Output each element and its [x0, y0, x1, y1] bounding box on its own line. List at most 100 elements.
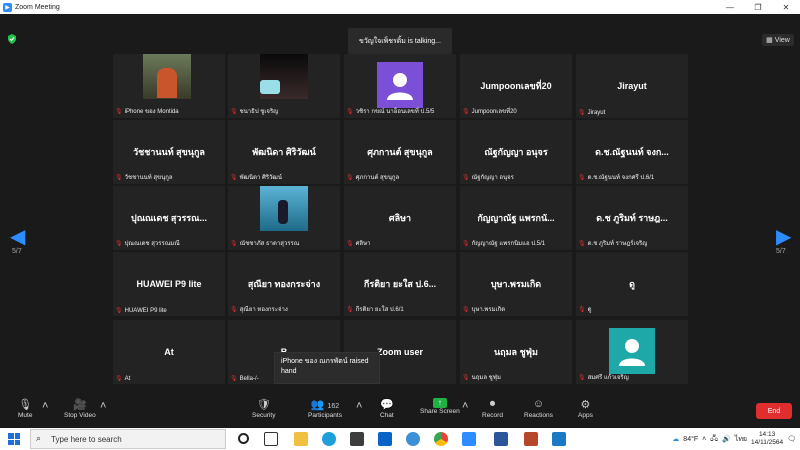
participant-tile[interactable]: กีรติยา ยะใส ป.6... 🎙 กีรติยา ยะใส ป.6/1	[344, 252, 456, 316]
participant-tile[interactable]: ดู 🎙 ดู	[576, 252, 688, 316]
participant-label-text: ณัฐกัญญา อนุจร	[471, 175, 514, 181]
volume-icon[interactable]: 🔊	[722, 435, 731, 443]
record-button[interactable]: ⏺ Record	[482, 398, 503, 419]
participant-tile[interactable]: ปุณณเดช สุวรรณ... 🎙 ปุณณเดช สุวรรณมณี	[113, 186, 225, 250]
powerpoint-icon[interactable]	[524, 432, 538, 446]
participant-label: 🎙 กีรติยา ยะใส ป.6/1	[346, 304, 454, 314]
end-meeting-button[interactable]: End	[756, 403, 792, 419]
next-page-arrow-icon[interactable]: ▶	[776, 224, 791, 249]
participant-label: 🎙 HUAWEI P9 lite	[115, 307, 223, 315]
share-options-caret[interactable]: ˄	[462, 400, 468, 414]
participant-label-text: นฤมล ชูฟุ่ม	[471, 375, 501, 381]
muted-microphone-icon: 🎙	[115, 376, 123, 382]
word-icon[interactable]	[494, 432, 508, 446]
participant-tile[interactable]: 🎙 ณัชชาภัส ธาดาสุวรรณ	[228, 186, 340, 250]
chrome-icon[interactable]	[434, 432, 448, 446]
participant-label-text: ด.ช.ณัฐนนท์ จงกศรี ป.6/1	[587, 175, 655, 181]
muted-microphone-icon: 🎙	[115, 108, 123, 115]
page-indicator-right: 5/7	[776, 248, 786, 255]
participant-tile[interactable]: ด.ช.ณัฐนนท์ จงก... 🎙 ด.ช.ณัฐนนท์ จงกศรี ป.…	[576, 120, 688, 184]
input-language[interactable]: ไทย	[735, 434, 747, 445]
participant-tile[interactable]: ด.ช ภูริมท์ ราษฎ... 🎙 ด.ช ภูริมท์ ราษฎร์เจ…	[576, 186, 688, 250]
chevron-up-icon: ˄	[42, 400, 49, 412]
participant-label: 🎙 Jumpoonเลขที่20	[462, 106, 570, 116]
participant-label-text: ศุภกานต์ สุขนุกูล	[355, 175, 400, 181]
cortana-icon[interactable]	[238, 433, 249, 444]
participant-label: 🎙 ปุณณเดช สุวรรณมณี	[115, 238, 223, 248]
participant-tile[interactable]: กัญญาณัฐ แพรกนั... 🎙 กัญญาณัฐ แพรกนิมแอ ป.…	[460, 186, 572, 250]
participant-label: 🎙 กัญญาณัฐ แพรกนิมแอ ป.5/1	[462, 238, 570, 248]
meeting-area: ขวัญใจเพ็ชรดิ้ม is talking... ▦ View ◀ 5/…	[0, 14, 800, 394]
video-options-caret[interactable]: ˄	[100, 400, 106, 414]
participant-tile[interactable]: 🎙 iPhone ของ Montida	[113, 54, 225, 118]
audio-options-caret[interactable]: ˄	[42, 400, 48, 414]
participant-tile[interactable]: นฤมล ชูฟุ่ม 🎙 นฤมล ชูฟุ่ม	[460, 320, 572, 384]
zoom-taskbar-icon[interactable]	[462, 432, 476, 446]
minimize-button[interactable]: —	[716, 0, 744, 14]
microphone-icon: 🎙	[18, 399, 33, 411]
participant-tile[interactable]: สุณียา ทองกระจ่าง 🎙 สุณียา ทองกระจ่าง	[228, 252, 340, 316]
muted-microphone-icon: 🎙	[578, 240, 586, 247]
apps-button[interactable]: ⚙ Apps	[578, 398, 593, 419]
stop-video-button[interactable]: 🎥 Stop Video	[64, 398, 96, 419]
clock[interactable]: 14:13 14/11/2564	[751, 431, 783, 447]
participant-tile[interactable]: HUAWEI P9 lite 🎙 HUAWEI P9 lite	[113, 252, 225, 316]
close-button[interactable]: ✕	[772, 0, 800, 14]
network-icon[interactable]: 🖧	[710, 434, 718, 445]
chevron-up-icon[interactable]: ˄	[702, 436, 706, 443]
participant-tile[interactable]: Jirayut 🎙 Jirayut	[576, 54, 688, 118]
participant-tile[interactable]: ณัฐกัญญา อนุจร 🎙 ณัฐกัญญา อนุจร	[460, 120, 572, 184]
participant-tile[interactable]: ศุภกานต์ สุขนุกูล 🎙 ศุภกานต์ สุขนุกูล	[344, 120, 456, 184]
reactions-button[interactable]: ☺ Reactions	[524, 398, 553, 419]
participant-tile[interactable]: ศลิษา 🎙 ศลิษา	[344, 186, 456, 250]
edge-browser-icon[interactable]	[322, 432, 336, 446]
participant-tile[interactable]: 🎙 สมศรี แก้วเจริญ	[576, 320, 688, 384]
security-button[interactable]: 🛡 Security	[252, 398, 275, 419]
participant-label: 🎙 ศุภกานต์ สุขนุกูล	[346, 172, 454, 182]
participant-label: 🎙 ศลิษา	[346, 238, 454, 248]
view-button[interactable]: ▦ View	[762, 34, 794, 46]
previous-page-arrow-icon[interactable]: ◀	[10, 224, 25, 249]
mute-button[interactable]: 🎙 Mute	[18, 398, 32, 419]
participant-tile[interactable]: 🎙 ชนาธิป ชูเจริญ	[228, 54, 340, 118]
search-icon: ⌕	[36, 433, 42, 443]
apps-icon: ⚙	[580, 399, 591, 411]
share-screen-button[interactable]: ↑ Share Screen	[420, 398, 460, 415]
photos-icon[interactable]	[552, 432, 566, 446]
participant-tile[interactable]: 🎙 วชิรา กขณ์ นาอ็อนเลขที่ ป.5/5	[344, 54, 456, 118]
participants-button[interactable]: 👥 162 Participants	[308, 398, 342, 419]
participants-label: Participants	[308, 412, 342, 419]
talking-indicator: ขวัญใจเพ็ชรดิ้ม is talking...	[348, 28, 452, 54]
store-icon[interactable]	[350, 432, 364, 446]
muted-microphone-icon: 🎙	[578, 374, 586, 381]
shield-icon[interactable]	[8, 34, 16, 44]
file-explorer-icon[interactable]	[294, 432, 308, 446]
windows-start-icon[interactable]	[8, 433, 20, 445]
meeting-toolbar: 🎙 Mute ˄ 🎥 Stop Video ˄ 🛡 Security 👥 162 Par…	[0, 394, 800, 428]
participant-tile[interactable]: At 🎙 At	[113, 320, 225, 384]
participant-label-text: วชิรา กขณ์ นาอ็อนเลขที่ ป.5/5	[355, 109, 435, 115]
participants-options-caret[interactable]: ˄	[356, 400, 362, 414]
participant-label-text: พัฒนิดา ศิริวัฒน์	[239, 175, 282, 181]
participant-label-text: บุษา.พรมเกิด	[471, 307, 506, 313]
muted-microphone-icon: 🎙	[230, 240, 238, 247]
mail-icon[interactable]	[378, 432, 392, 446]
task-view-icon[interactable]	[264, 432, 278, 446]
chat-button[interactable]: 💬 Chat	[380, 398, 394, 419]
record-label: Record	[482, 412, 503, 419]
participant-tile[interactable]: Jumpoonเลขที่20 🎙 Jumpoonเลขที่20	[460, 54, 572, 118]
notification-icon[interactable]: 🗨	[787, 435, 796, 443]
participant-tile[interactable]: บุษา.พรมเกิด 🎙 บุษา.พรมเกิด	[460, 252, 572, 316]
share-screen-icon: ↑	[432, 398, 447, 408]
app-icon[interactable]	[406, 432, 420, 446]
participant-label-text: Jirayut	[587, 109, 606, 116]
participant-label: 🎙 สุณียา ทองกระจ่าง	[230, 304, 338, 314]
maximize-button[interactable]: ❐	[744, 0, 772, 14]
participant-tile[interactable]: วัชชานนท์ สุขนุกูล 🎙 วัชชานนท์ สุขนุกูล	[113, 120, 225, 184]
taskbar-search-box[interactable]: ⌕ Type here to search	[30, 429, 226, 449]
participant-label-text: กีรติยา ยะใส ป.6/1	[355, 307, 404, 313]
reactions-label: Reactions	[524, 412, 553, 419]
page-indicator-left: 5/7	[12, 248, 22, 255]
weather-temp[interactable]: 84°F	[683, 436, 698, 443]
participant-tile[interactable]: พัฒนิดา ศิริวัฒน์ 🎙 พัฒนิดา ศิริวัฒน์	[228, 120, 340, 184]
